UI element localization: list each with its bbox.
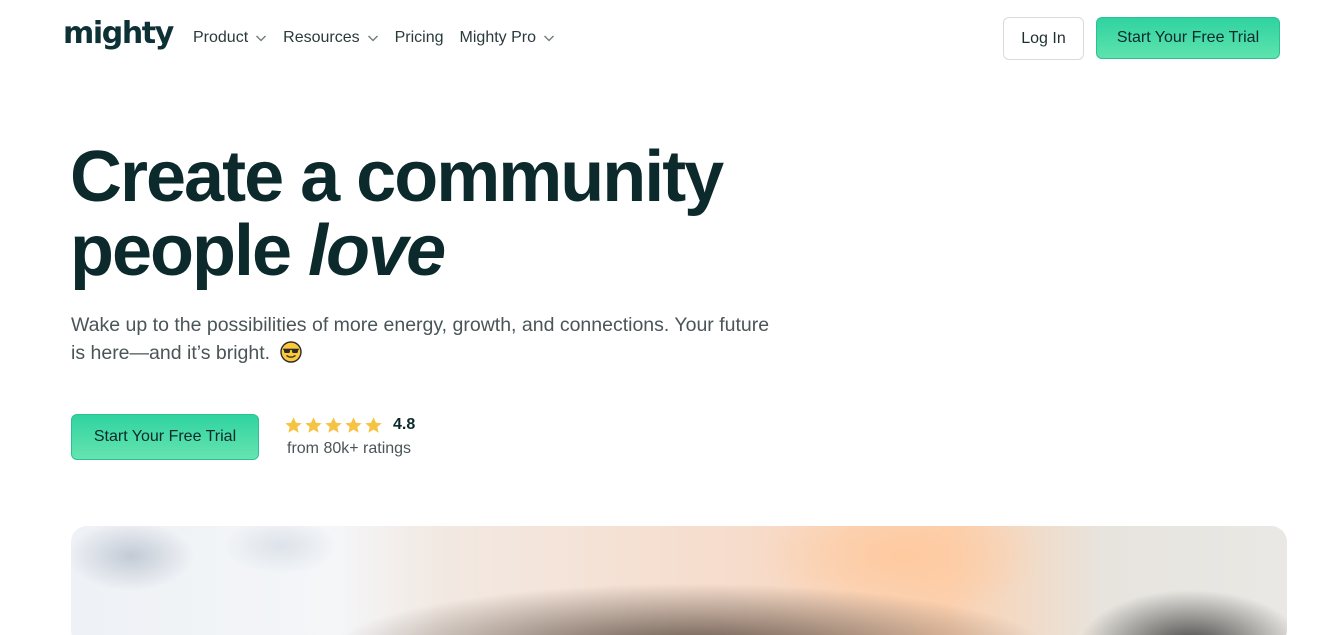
hero-title-line1: Create a community: [70, 137, 724, 217]
hero-image: [71, 526, 1287, 635]
nav-links: Product Resources Pricing Mighty Pro: [193, 27, 571, 49]
rating-value: 4.8: [393, 416, 416, 433]
star-rating: 4.8: [284, 414, 415, 436]
nav-item-pricing[interactable]: Pricing: [395, 27, 444, 49]
star-icon: [305, 416, 322, 433]
smiling-face-with-sunglasses-icon: [279, 341, 302, 363]
rating-count-label: from 80k+ ratings: [287, 440, 412, 457]
nav-item-mighty-pro-label: Mighty Pro: [459, 29, 536, 46]
nav-item-product[interactable]: Product: [193, 27, 267, 49]
rating-block: 4.8 from 80k+ ratings: [284, 414, 415, 458]
top-navigation: mighty Product Resources Pricing Mighty …: [0, 0, 1333, 76]
hero-title: Create a community people love: [70, 140, 830, 288]
hero-subtitle-text: Wake up to the possibilities of more ene…: [71, 314, 770, 364]
hero-title-line2-plain: people: [70, 211, 309, 291]
chevron-down-icon: [255, 32, 267, 44]
nav-item-product-label: Product: [193, 29, 249, 46]
nav-item-mighty-pro[interactable]: Mighty Pro: [460, 27, 555, 49]
mighty-logo[interactable]: mighty: [63, 14, 174, 54]
hero-title-emphasis: love: [308, 211, 446, 291]
star-icon: [365, 416, 382, 433]
start-free-trial-button-hero[interactable]: Start Your Free Trial: [71, 414, 259, 460]
chevron-down-icon: [543, 32, 555, 44]
nav-item-resources-label: Resources: [283, 29, 360, 46]
login-button[interactable]: Log In: [1003, 17, 1084, 60]
nav-item-pricing-label: Pricing: [394, 29, 444, 46]
hero-image-blur-left: [71, 526, 351, 635]
star-icon: [345, 416, 362, 433]
star-icon: [325, 416, 342, 433]
nav-item-resources[interactable]: Resources: [283, 27, 378, 49]
start-free-trial-button-header[interactable]: Start Your Free Trial: [1096, 17, 1280, 59]
hero-subtitle: Wake up to the possibilities of more ene…: [71, 311, 771, 367]
star-icon: [285, 416, 302, 433]
chevron-down-icon: [367, 32, 379, 44]
